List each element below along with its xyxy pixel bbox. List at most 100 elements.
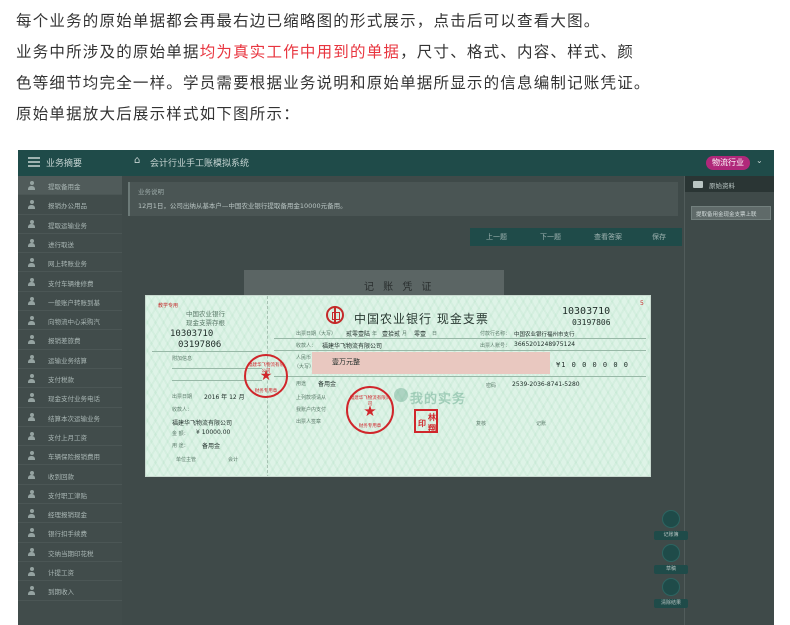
chevron-down-icon[interactable]: ⌄ bbox=[756, 156, 763, 165]
sidebar-item[interactable]: 车辆保险报销费用 bbox=[18, 446, 122, 466]
user-icon bbox=[28, 258, 35, 267]
check-rule bbox=[274, 338, 646, 339]
user-icon bbox=[28, 509, 35, 518]
user-icon bbox=[28, 393, 35, 402]
sidebar-item[interactable]: 支付车辆维修费 bbox=[18, 273, 122, 292]
date-month: 壹拾贰 bbox=[382, 331, 401, 338]
seal-char-1: 林 bbox=[428, 413, 436, 422]
intro-highlight: 均为真实工作中用到的单据 bbox=[199, 43, 401, 61]
drawer-sign-label: 出票人签章 bbox=[296, 419, 322, 425]
bookkeep-label: 记账 bbox=[536, 421, 547, 427]
above-funds-label: 上列款项请从 bbox=[296, 395, 327, 401]
sidebar-item[interactable]: 提取备用金 bbox=[18, 176, 122, 196]
next-button[interactable]: 下一题 bbox=[540, 232, 561, 242]
ledger-label: 记账簿 bbox=[654, 531, 688, 540]
breadcrumb: 会计行业手工账模拟系统 bbox=[150, 159, 250, 169]
use-label: 用途 bbox=[296, 381, 307, 387]
sidebar-item-label: 进行取送 bbox=[48, 240, 74, 249]
prev-button[interactable]: 上一题 bbox=[486, 232, 507, 242]
intro-line-3: 色等细节均完全一样。学员需要根据业务说明和原始单据所显示的信息编制记账凭证。 bbox=[16, 74, 651, 92]
cash-check-enlarged: 教学专用 5 中国农业银行 现金支票存根 10303710 03197806 附… bbox=[145, 295, 651, 477]
intro-line-4: 原始单据放大后展示样式如下图所示： bbox=[16, 105, 300, 123]
payer-bank-label: 付款行名称： bbox=[480, 331, 511, 337]
sidebar-item[interactable]: 网上转账业务 bbox=[18, 253, 122, 273]
save-button[interactable]: 保存 bbox=[652, 232, 666, 242]
password-label: 密码 bbox=[486, 383, 497, 389]
menu-icon[interactable] bbox=[28, 157, 40, 167]
sidebar-item-label: 支付税款 bbox=[48, 376, 74, 384]
sidebar-item[interactable]: 运输业务结算 bbox=[18, 350, 122, 369]
original-docs-panel: 原始资料 提取备用金现金支票上联 bbox=[684, 176, 774, 625]
amount-in-figures: ¥1 0 0 0 0 0 0 bbox=[556, 361, 630, 369]
my-account-label: 我账户内支付 bbox=[296, 407, 327, 413]
show-answer-button[interactable]: 查看答案 bbox=[594, 232, 622, 242]
home-icon[interactable]: ⌂ bbox=[134, 155, 140, 166]
account-number: 3665201248975124 bbox=[514, 341, 576, 348]
stub-divider bbox=[152, 351, 262, 352]
stub-payee-label: 收款人： bbox=[172, 407, 193, 413]
sidebar-item[interactable]: 向物流中心采购汽 bbox=[18, 311, 122, 331]
user-icon bbox=[28, 451, 35, 460]
rmb-label: 人民币 bbox=[296, 355, 312, 361]
abc-bank-logo-icon bbox=[326, 306, 344, 324]
stub-use-label: 用 途： bbox=[172, 443, 189, 449]
rmb-sub-label: （大写） bbox=[294, 364, 315, 370]
sidebar-item[interactable]: 计提工资 bbox=[18, 562, 122, 582]
user-icon bbox=[28, 200, 35, 209]
sidebar-item[interactable]: 经理报销现金 bbox=[18, 504, 122, 524]
action-toolbar: 上一题 下一题 查看答案 保存 bbox=[470, 228, 682, 246]
user-icon bbox=[28, 277, 35, 287]
sidebar-item[interactable]: 现金支付业务电话 bbox=[18, 388, 122, 408]
original-docs-title: 原始资料 bbox=[709, 182, 735, 190]
sidebar-item-label: 车辆保险报销费用 bbox=[48, 453, 100, 462]
sidebar-item[interactable]: 到期收入 bbox=[18, 581, 122, 601]
stub-extra-info: 附加信息 bbox=[172, 356, 193, 362]
sidebar-item-label: 支付车辆维修费 bbox=[48, 279, 94, 288]
top-bar: 业务摘要 ⌂ 会计行业手工账模拟系统 物流行业 ⌄ bbox=[18, 150, 774, 176]
check-serial-2: 03197806 bbox=[572, 318, 611, 327]
sidebar-item[interactable]: 银行扣手续费 bbox=[18, 523, 122, 543]
thumbnail-label: 提取备用金现金支票上联 bbox=[696, 212, 757, 218]
stub-date: 2016 年 12 月 bbox=[204, 394, 245, 401]
intro-line-2-suffix: ，尺寸、格式、内容、样式、颜 bbox=[400, 43, 634, 61]
sidebar-item[interactable]: 报销差旅费 bbox=[18, 330, 122, 350]
stub-amount-label: 金 额： bbox=[172, 431, 189, 437]
sidebar-item[interactable]: 提取运输业务 bbox=[18, 215, 122, 234]
stub-amount: ¥ 10000.00 bbox=[196, 429, 231, 436]
sidebar-item[interactable]: 支付职工津贴 bbox=[18, 485, 122, 505]
original-docs-header: 原始资料 bbox=[685, 176, 774, 192]
seal-char-2: 翔 bbox=[428, 424, 436, 433]
company-finance-seal-stub: 福建华飞物流有限公司 ★ 财务专用章 bbox=[244, 354, 288, 398]
sidebar-item[interactable]: 收到回款 bbox=[18, 466, 122, 485]
sidebar-item-label: 运输业务结算 bbox=[48, 356, 87, 365]
sidebar-item-label: 报销办公用品 bbox=[48, 202, 87, 211]
sidebar-item[interactable]: 进行取送 bbox=[18, 234, 122, 254]
sidebar-item[interactable]: 一般账户转账到基 bbox=[18, 292, 122, 312]
use-value: 备用金 bbox=[318, 381, 337, 388]
stub-date-label: 出票日期 bbox=[172, 394, 193, 400]
sidebar-item-label: 提取备用金 bbox=[48, 183, 81, 191]
sidebar-item[interactable]: 支付上月工资 bbox=[18, 427, 122, 447]
sidebar-item[interactable]: 交纳当期印花税 bbox=[18, 543, 122, 562]
seal-star-icon: ★ bbox=[259, 368, 273, 384]
trash-icon[interactable] bbox=[662, 578, 680, 596]
date-day-unit: 日 bbox=[432, 331, 438, 337]
user-badge[interactable]: 物流行业 bbox=[706, 156, 750, 170]
date-year-unit: 年 bbox=[372, 331, 378, 337]
watermark-logo-icon bbox=[394, 388, 408, 402]
company-finance-seal: 福建华飞物流有限公司 ★ 财务专用章 bbox=[346, 386, 394, 434]
document-thumbnail[interactable]: 提取备用金现金支票上联 bbox=[691, 206, 771, 220]
account-label: 出票人账号： bbox=[480, 343, 511, 349]
sidebar-item-label: 银行扣手续费 bbox=[48, 530, 87, 539]
sidebar-item[interactable]: 结算本次运输业务 bbox=[18, 408, 122, 427]
biz-desc-header: 业务说明 bbox=[138, 188, 164, 196]
user-icon bbox=[28, 374, 35, 383]
seal-sub-text: 财务专用章 bbox=[254, 389, 278, 394]
user-icon bbox=[28, 181, 35, 190]
sidebar-item[interactable]: 支付税款 bbox=[18, 369, 122, 389]
sidebar-item-label: 支付上月工资 bbox=[48, 433, 87, 442]
sidebar-item[interactable]: 报销办公用品 bbox=[18, 195, 122, 215]
user-icon bbox=[28, 238, 35, 248]
pencil-icon[interactable] bbox=[662, 544, 680, 562]
ledger-icon[interactable] bbox=[662, 510, 680, 528]
